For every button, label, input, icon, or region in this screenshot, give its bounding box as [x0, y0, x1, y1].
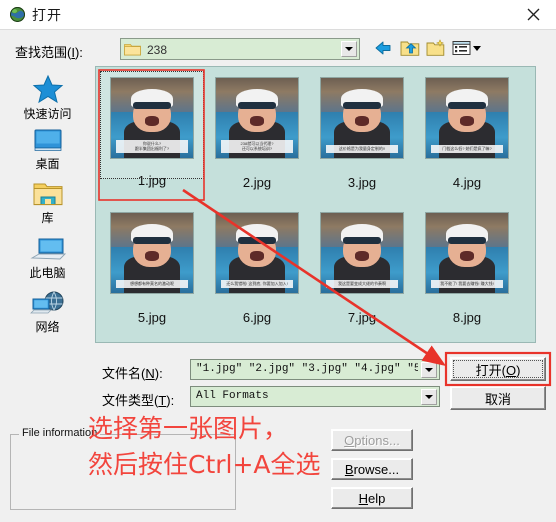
chevron-down-icon — [425, 395, 433, 399]
look-in-dropdown-arrow[interactable] — [341, 41, 357, 57]
file-thumbnail[interactable]: 我不能了! 我要去赚钱! 赚大钱! — [415, 206, 519, 314]
browse-button-label: Browse... — [344, 461, 400, 477]
thumbnail-image: 你说什么? 跟半集团出福利了? — [110, 77, 194, 159]
annotation-line-1: 选择第一张图片， — [88, 414, 289, 443]
thumbnail-caption: 这价格是为我量身定制的!! — [325, 145, 399, 154]
file-thumbnail[interactable]: 想想都有种莫名的激动呢 — [100, 206, 204, 314]
file-thumbnail[interactable]: 还么我错啦! 这到底, 你要加入加入! — [205, 206, 309, 314]
navigation-toolbar — [372, 39, 492, 61]
open-button[interactable]: 打开(O) — [450, 357, 546, 381]
file-name-label-item: 8.jpg — [452, 310, 482, 325]
file-thumbnail[interactable]: 你说什么? 跟半集团出福利了? — [100, 71, 204, 179]
sidebar-item-label: 网络 — [35, 320, 60, 334]
open-button-label: 打开(O) — [475, 362, 521, 378]
close-icon — [527, 8, 539, 21]
file-type-combobox[interactable]: All Formats — [190, 386, 440, 407]
file-list[interactable]: 你说什么? 跟半集团出福利了? 1.jpg 238就可以当代理? 还可以系统培训? 2.j… — [95, 66, 536, 343]
file-thumbnail[interactable]: 门槛这么低? 她们是疯了嘛? — [415, 71, 519, 179]
thumbnail-caption: 我这是要变成大佬的节奏啊 — [325, 280, 399, 289]
file-thumbnail[interactable]: 238就可以当代理? 还可以系统培训? — [205, 71, 309, 179]
file-type-dropdown-arrow[interactable] — [421, 389, 437, 405]
thumbnail-image: 还么我错啦! 这到底, 你要加入加入! — [215, 212, 299, 294]
file-type-label: 文件类型(T): — [102, 393, 175, 408]
folder-icon — [124, 42, 141, 56]
new-folder-icon[interactable] — [426, 39, 448, 59]
file-name-label-item: 4.jpg — [452, 175, 482, 190]
sidebar-item-quick-access[interactable]: 快速访问 — [0, 74, 95, 124]
sidebar-item-libraries[interactable]: 库 — [0, 182, 95, 232]
file-item[interactable]: 还么我错啦! 这到底, 你要加入加入! 6.jpg — [205, 206, 309, 336]
desktop-icon — [34, 129, 61, 151]
thumbnail-image: 这价格是为我量身定制的!! — [320, 77, 404, 159]
file-name-label-item: 6.jpg — [242, 310, 272, 325]
file-name-label-item: 7.jpg — [347, 310, 377, 325]
file-item[interactable]: 你说什么? 跟半集团出福利了? 1.jpg — [100, 71, 204, 201]
thumbnail-caption: 想想都有种莫名的激动呢 — [115, 280, 189, 289]
help-button[interactable]: Help — [331, 487, 413, 509]
file-name-label-item: 3.jpg — [347, 175, 377, 190]
file-thumbnail[interactable]: 我这是要变成大佬的节奏啊 — [310, 206, 414, 314]
file-item[interactable]: 想想都有种莫名的激动呢 5.jpg — [100, 206, 204, 336]
annotation-line-2: 然后按住Ctrl+A全选 — [88, 450, 321, 479]
thumbnail-caption: 你说什么? 跟半集团出福利了? — [115, 139, 189, 154]
places-sidebar: 快速访问 桌面 库 此电脑 网络 — [0, 66, 95, 346]
file-item[interactable]: 门槛这么低? 她们是疯了嘛? 4.jpg — [415, 71, 519, 201]
cancel-button-label: 取消 — [484, 391, 511, 407]
file-name-combobox[interactable]: "1.jpg" "2.jpg" "3.jpg" "4.jpg" "5.jp — [190, 359, 440, 380]
sidebar-item-this-pc[interactable]: 此电脑 — [0, 236, 95, 288]
chevron-down-icon — [425, 368, 433, 372]
file-name-label-item: 5.jpg — [137, 310, 167, 325]
thumbnail-caption: 238就可以当代理? 还可以系统培训? — [220, 139, 294, 154]
thumbnail-caption: 我不能了! 我要去赚钱! 赚大钱! — [430, 280, 504, 289]
chevron-down-icon — [345, 47, 353, 51]
file-name-label-item: 1.jpg — [137, 173, 167, 188]
options-button-label: Options... — [344, 432, 400, 448]
title-bar: 打开 — [0, 0, 556, 30]
file-type-value: All Formats — [196, 390, 269, 402]
file-item[interactable]: 这价格是为我量身定制的!! 3.jpg — [310, 71, 414, 201]
file-name-label: 文件名(N): — [102, 366, 163, 381]
file-item[interactable]: 我这是要变成大佬的节奏啊 7.jpg — [310, 206, 414, 336]
close-button[interactable] — [510, 0, 556, 29]
sidebar-item-label: 此电脑 — [29, 266, 66, 280]
look-in-combobox[interactable]: 238 — [120, 38, 360, 60]
back-icon[interactable] — [372, 39, 394, 59]
this-pc-icon — [29, 238, 66, 260]
thumbnail-caption: 还么我错啦! 这到底, 你要加入加入! — [220, 280, 294, 289]
thumbnail-image: 门槛这么低? 她们是疯了嘛? — [425, 77, 509, 159]
star-icon — [32, 74, 63, 104]
thumbnail-image: 238就可以当代理? 还可以系统培训? — [215, 77, 299, 159]
sidebar-item-label: 桌面 — [35, 157, 60, 171]
browse-button[interactable]: Browse... — [331, 458, 413, 480]
cancel-button[interactable]: 取消 — [450, 386, 546, 410]
views-icon[interactable] — [452, 39, 484, 59]
file-item[interactable]: 我不能了! 我要去赚钱! 赚大钱! 8.jpg — [415, 206, 519, 336]
file-thumbnail[interactable]: 这价格是为我量身定制的!! — [310, 71, 414, 179]
thumbnail-image: 我这是要变成大佬的节奏啊 — [320, 212, 404, 294]
thumbnail-caption: 门槛这么低? 她们是疯了嘛? — [430, 145, 504, 154]
network-icon — [29, 291, 63, 314]
thumbnail-image: 我不能了! 我要去赚钱! 赚大钱! — [425, 212, 509, 294]
up-folder-icon[interactable] — [400, 39, 422, 59]
sidebar-item-desktop[interactable]: 桌面 — [0, 128, 95, 178]
sidebar-item-network[interactable]: 网络 — [0, 290, 95, 342]
globe-icon — [9, 6, 26, 23]
options-button[interactable]: Options... — [331, 429, 413, 451]
file-name-dropdown-arrow[interactable] — [421, 362, 437, 378]
file-item[interactable]: 238就可以当代理? 还可以系统培训? 2.jpg — [205, 71, 309, 201]
window-title: 打开 — [32, 7, 62, 23]
help-button-label: Help — [358, 490, 386, 506]
look-in-label: 查找范围(I): — [15, 45, 83, 60]
look-in-value: 238 — [147, 43, 168, 57]
file-name-label-item: 2.jpg — [242, 175, 272, 190]
file-name-value: "1.jpg" "2.jpg" "3.jpg" "4.jpg" "5.jp — [196, 363, 418, 375]
thumbnail-image: 想想都有种莫名的激动呢 — [110, 212, 194, 294]
library-folder-icon — [33, 183, 62, 206]
sidebar-item-label: 库 — [41, 211, 54, 225]
sidebar-item-label: 快速访问 — [23, 107, 72, 121]
